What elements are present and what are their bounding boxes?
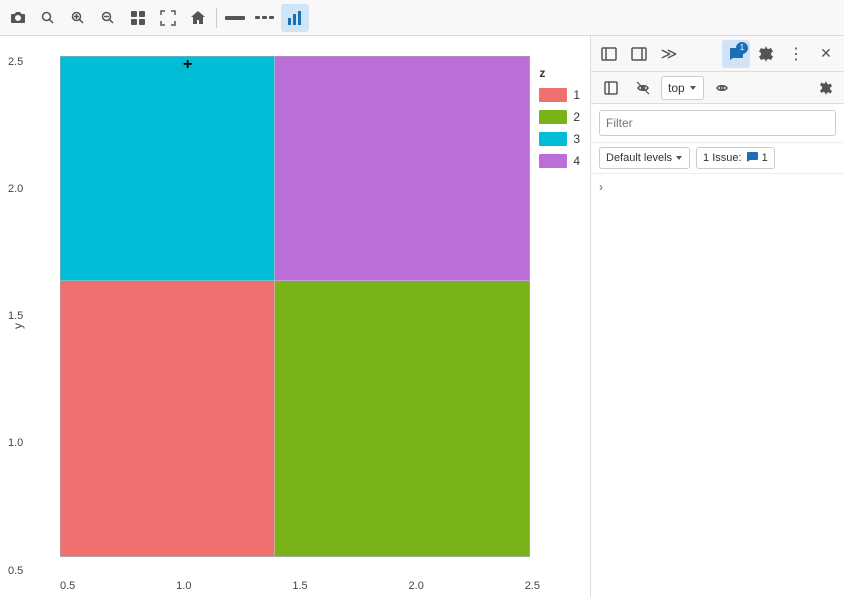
chart-legend: z 1 2 3 4 xyxy=(539,66,580,168)
chart-svg xyxy=(60,56,530,557)
legend-title: z xyxy=(539,66,580,80)
legend-label-4: 4 xyxy=(573,154,580,168)
hide-button[interactable] xyxy=(629,74,657,102)
x-tick-15: 1.5 xyxy=(292,580,307,592)
x-tick-10: 1.0 xyxy=(176,580,191,592)
bar-chart-button[interactable] xyxy=(281,4,309,32)
y-tick-25: 2.5 xyxy=(8,56,23,68)
zoom-fit-button[interactable] xyxy=(154,4,182,32)
legend-color-1 xyxy=(539,88,567,102)
quadrant-1 xyxy=(60,281,275,557)
legend-item-2: 2 xyxy=(539,110,580,124)
y-tick-10: 1.0 xyxy=(8,437,23,449)
levels-bar: Default levels 1 Issue: 1 xyxy=(591,143,844,174)
menu-button[interactable]: ⋮ xyxy=(782,40,810,68)
legend-item-1: 1 xyxy=(539,88,580,102)
x-tick-05: 0.5 xyxy=(60,580,75,592)
y-axis-label: y xyxy=(11,323,25,329)
quadrant-3 xyxy=(60,56,275,281)
zoom-in-button[interactable] xyxy=(64,4,92,32)
sidebar-right-button[interactable] xyxy=(625,40,653,68)
main-area: y + xyxy=(0,36,844,597)
main-toolbar xyxy=(0,0,844,36)
levels-label: Default levels xyxy=(606,152,672,164)
camera-button[interactable] xyxy=(4,4,32,32)
panel-sidebar-btn[interactable] xyxy=(597,74,625,102)
right-panel-toolbar: ≫ 1 ⋮ ✕ xyxy=(591,36,844,72)
panel-toolbar2: top xyxy=(591,72,844,104)
close-button[interactable]: ✕ xyxy=(812,40,840,68)
filter-input[interactable] xyxy=(599,110,836,136)
legend-label-2: 2 xyxy=(573,110,580,124)
issue-badge-count: 1 xyxy=(762,152,768,164)
panel-settings-button[interactable] xyxy=(814,76,838,100)
eye-button[interactable] xyxy=(708,74,736,102)
quadrant-2 xyxy=(275,281,530,557)
plot-area: y + xyxy=(0,36,590,597)
legend-label-1: 1 xyxy=(573,88,580,102)
home-button[interactable] xyxy=(184,4,212,32)
view-dropdown[interactable]: top xyxy=(661,76,704,100)
panel-content: › xyxy=(591,174,844,597)
y-tick-15: 1.5 xyxy=(8,310,23,322)
zoom-out-button[interactable] xyxy=(94,4,122,32)
issue-chat-icon xyxy=(746,151,758,166)
sidebar-left-button[interactable] xyxy=(595,40,623,68)
plot-container: y + xyxy=(0,36,590,597)
dash-line-button[interactable] xyxy=(251,4,279,32)
legend-item-4: 4 xyxy=(539,154,580,168)
view-dropdown-label: top xyxy=(668,81,685,95)
legend-color-2 xyxy=(539,110,567,124)
right-panel: ≫ 1 ⋮ ✕ xyxy=(590,36,844,597)
more-button[interactable]: ≫ xyxy=(655,40,683,68)
x-tick-20: 2.0 xyxy=(409,580,424,592)
legend-color-4 xyxy=(539,154,567,168)
color-line-button[interactable] xyxy=(221,4,249,32)
legend-item-3: 3 xyxy=(539,132,580,146)
levels-dropdown[interactable]: Default levels xyxy=(599,147,690,169)
issue-badge: 1 Issue: 1 xyxy=(696,147,775,169)
y-axis-ticks: 2.5 2.0 1.5 1.0 0.5 xyxy=(8,56,23,577)
zoom-rect-button[interactable] xyxy=(34,4,62,32)
chat-button[interactable]: 1 xyxy=(722,40,750,68)
y-tick-05: 0.5 xyxy=(8,565,23,577)
expand-arrow[interactable]: › xyxy=(599,180,603,194)
filter-area xyxy=(591,104,844,143)
x-tick-25: 2.5 xyxy=(525,580,540,592)
toolbar-separator-1 xyxy=(216,8,217,28)
chat-badge: 1 xyxy=(736,42,748,54)
pan-button[interactable] xyxy=(124,4,152,32)
legend-color-3 xyxy=(539,132,567,146)
quadrant-4 xyxy=(275,56,530,281)
settings-button[interactable] xyxy=(752,40,780,68)
issue-count-label: 1 Issue: xyxy=(703,152,742,164)
y-tick-20: 2.0 xyxy=(8,183,23,195)
x-axis-ticks: 0.5 1.0 1.5 2.0 2.5 xyxy=(60,580,540,592)
legend-label-3: 3 xyxy=(573,132,580,146)
